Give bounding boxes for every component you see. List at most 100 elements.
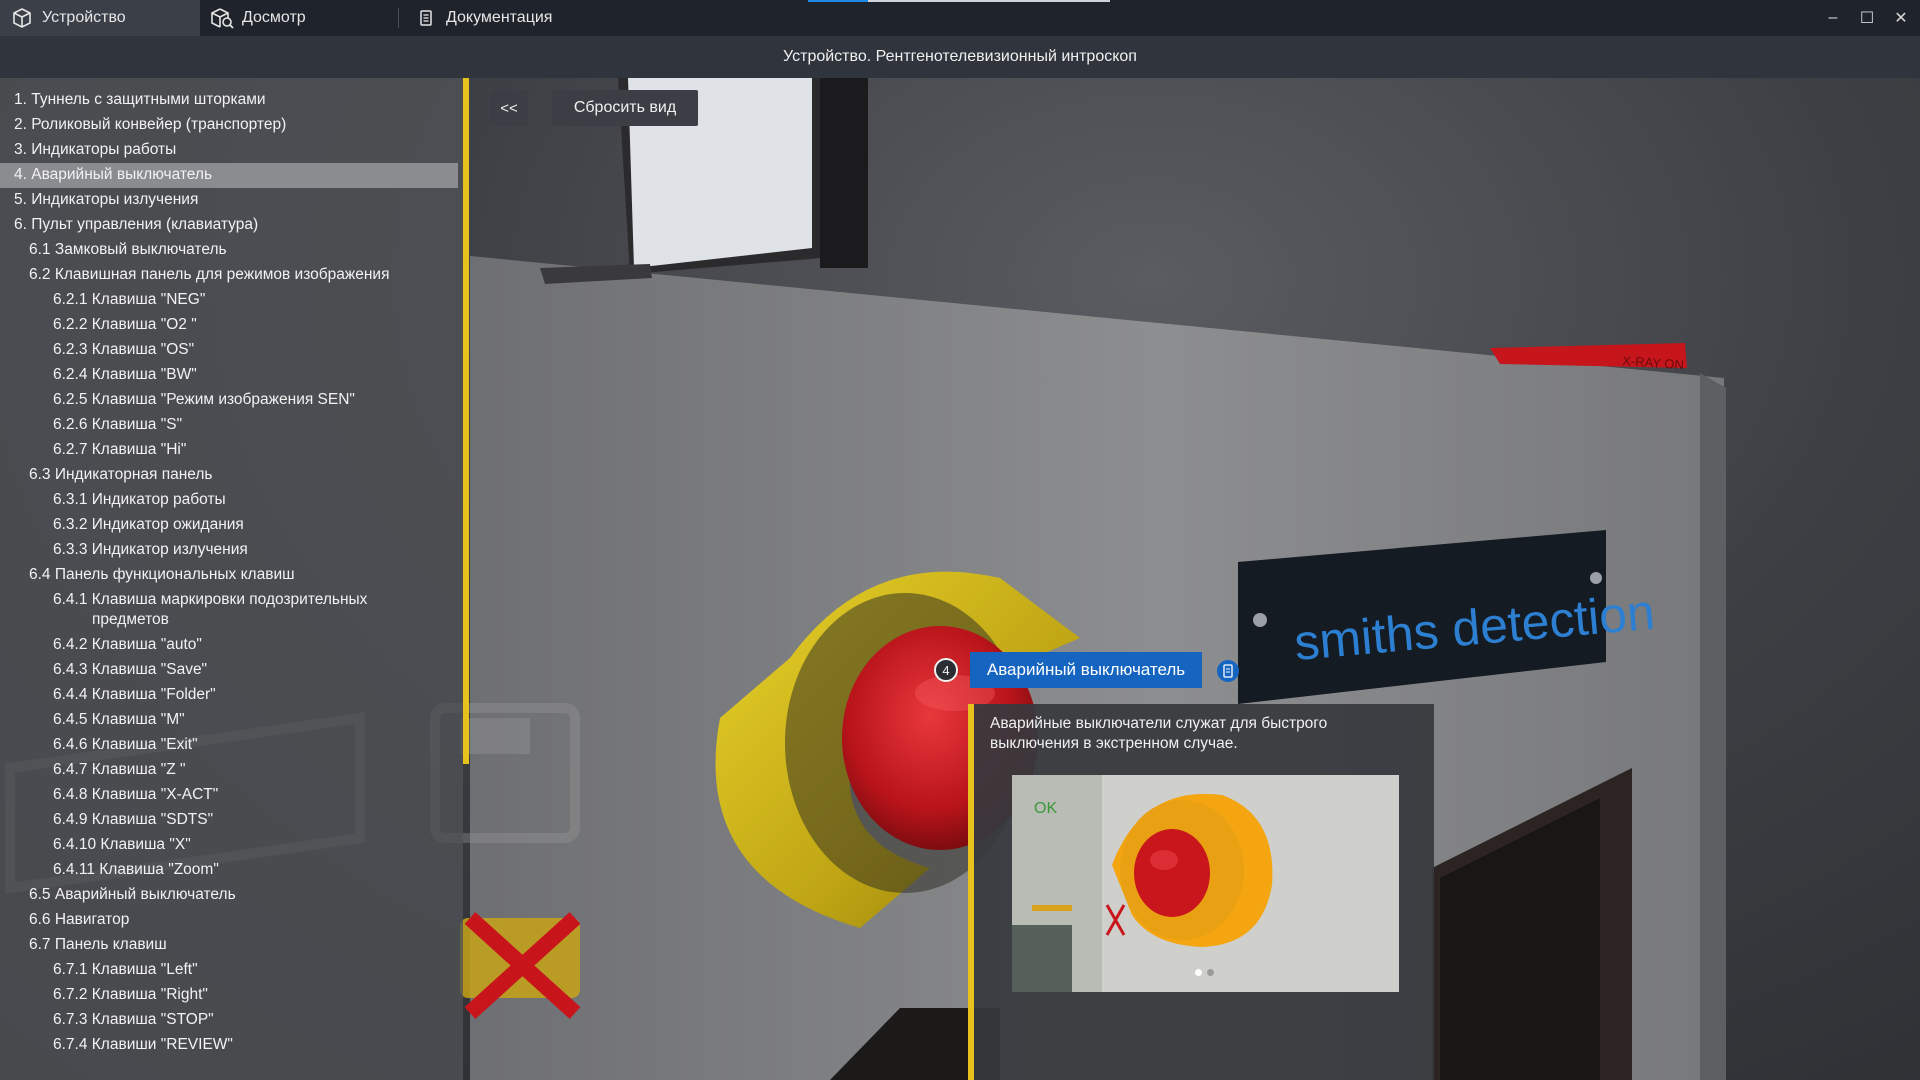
- tab-documentation[interactable]: Документация: [404, 0, 624, 36]
- info-description: Аварийные выключатели служат для быстрог…: [990, 715, 1328, 752]
- minimize-icon: –: [1828, 9, 1838, 26]
- sidebar-item[interactable]: 6.2 Клавишная панель для режимов изображ…: [0, 263, 458, 288]
- sidebar-item-label: 3. Индикаторы работы: [14, 141, 177, 158]
- sidebar-item[interactable]: 6.4 Панель функциональных клавиш: [0, 563, 458, 588]
- sidebar-item-label: 6.7 Панель клавиш: [29, 936, 167, 953]
- tab-inspection[interactable]: Досмотр: [200, 0, 398, 36]
- sidebar-item[interactable]: 6.7.1 Клавиша "Left": [0, 958, 458, 983]
- sidebar-item[interactable]: 6.3.3 Индикатор излучения: [0, 538, 458, 563]
- cube-search-icon: [210, 6, 234, 30]
- carousel-dot-2[interactable]: [1207, 969, 1214, 976]
- close-icon: ✕: [1894, 10, 1908, 27]
- sidebar-item[interactable]: 6.2.1 Клавиша "NEG": [0, 288, 458, 313]
- sidebar-item[interactable]: 6.4.7 Клавиша "Z ": [0, 758, 458, 783]
- sidebar-item-label: 6.4.11 Клавиша "Zoom": [53, 861, 219, 878]
- maximize-button[interactable]: ☐: [1850, 0, 1884, 36]
- sidebar-item[interactable]: 6.2.3 Клавиша "OS": [0, 338, 458, 363]
- sidebar-item-label: 6.2.2 Клавиша "O2 ": [53, 316, 197, 333]
- close-button[interactable]: ✕: [1884, 0, 1918, 36]
- sidebar-item[interactable]: 6.3 Индикаторная панель: [0, 463, 458, 488]
- emergency-switch-photo: OK: [1012, 775, 1399, 992]
- minimize-button[interactable]: –: [1816, 0, 1850, 36]
- sidebar-item-label: 6.2.3 Клавиша "OS": [53, 341, 195, 358]
- open-document-button[interactable]: [1217, 660, 1239, 682]
- sidebar-item[interactable]: 6.7 Панель клавиш: [0, 933, 458, 958]
- sidebar-item[interactable]: 6.5 Аварийный выключатель: [0, 883, 458, 908]
- sidebar-item-label: 6.4.4 Клавиша "Folder": [53, 686, 216, 703]
- sidebar-item[interactable]: 6.4.11 Клавиша "Zoom": [0, 858, 458, 883]
- sidebar-item[interactable]: 6.2.6 Клавиша "S": [0, 413, 458, 438]
- sidebar-item[interactable]: 6.4.8 Клавиша "X-ACT": [0, 783, 458, 808]
- sidebar-item-label: 6.2.5 Клавиша "Режим изображения SEN": [53, 391, 355, 408]
- sidebar-item[interactable]: 6.4.3 Клавиша "Save": [0, 658, 458, 683]
- sidebar-item-label: 6.2.7 Клавиша "Hi": [53, 441, 187, 458]
- tab-device-label: Устройство: [42, 9, 126, 26]
- sidebar-item-label: 6.7.4 Клавиши "REVIEW": [53, 1036, 233, 1053]
- cube-icon: [10, 6, 34, 30]
- collapse-sidebar-button[interactable]: <<: [490, 90, 528, 126]
- sidebar-item[interactable]: 6.7.2 Клавиша "Right": [0, 983, 458, 1008]
- sidebar-item[interactable]: 6.4.5 Клавиша "M": [0, 708, 458, 733]
- tab-device[interactable]: Устройство: [0, 0, 200, 36]
- tab-documentation-label: Документация: [446, 9, 553, 26]
- sidebar-item[interactable]: 6.3.1 Индикатор работы: [0, 488, 458, 513]
- sidebar-item[interactable]: 6.7.4 Клавиши "REVIEW": [0, 1033, 458, 1058]
- photo-ok-text: OK: [1034, 800, 1057, 817]
- plate-screw-icon: [1253, 613, 1267, 627]
- sidebar-item-label: 6.3.3 Индикатор излучения: [53, 541, 248, 558]
- tab-divider: [398, 8, 399, 28]
- hotspot-label[interactable]: Аварийный выключатель: [970, 652, 1202, 688]
- sidebar-item[interactable]: 6.4.10 Клавиша "X": [0, 833, 458, 858]
- sidebar-item[interactable]: 5. Индикаторы излучения: [0, 188, 458, 213]
- sidebar-scroll-accent[interactable]: [463, 78, 469, 764]
- sidebar-item[interactable]: 6.2.2 Клавиша "O2 ": [0, 313, 458, 338]
- reset-view-button[interactable]: Сбросить вид: [552, 90, 698, 126]
- sidebar-item-label: 6.4.1 Клавиша маркировки подозрительных: [53, 591, 368, 608]
- sidebar-item[interactable]: 6.6 Навигатор: [0, 908, 458, 933]
- document-icon: [1223, 664, 1233, 678]
- sidebar-item[interactable]: 6.4.6 Клавиша "Exit": [0, 733, 458, 758]
- sidebar-item-label: 6.4.8 Клавиша "X-ACT": [53, 786, 219, 803]
- sidebar-item-label: 6.7.2 Клавиша "Right": [53, 986, 208, 1003]
- sidebar-item-label: 6.4.7 Клавиша "Z ": [53, 761, 186, 778]
- sidebar-item[interactable]: 6. Пульт управления (клавиатура): [0, 213, 458, 238]
- info-image-carousel[interactable]: OK: [1012, 775, 1399, 992]
- sidebar-item[interactable]: 6.1 Замковый выключатель: [0, 238, 458, 263]
- sidebar: 1. Туннель с защитными шторками 2. Ролико…: [0, 78, 463, 1080]
- sidebar-item[interactable]: 6.4.9 Клавиша "SDTS": [0, 808, 458, 833]
- sidebar-item-label: 2. Роликовый конвейер (транспортер): [14, 116, 287, 133]
- tab-bar: Устройство Досмотр Документация – ☐ ✕: [0, 0, 1920, 36]
- sidebar-item-label: 6.2.6 Клавиша "S": [53, 416, 183, 433]
- sidebar-item-label: 6.2 Клавишная панель для режимов изображ…: [29, 266, 390, 283]
- sidebar-item[interactable]: 6.4.1 Клавиша маркировки подозрительных п…: [0, 588, 458, 633]
- sidebar-item-label: 6.4.10 Клавиша "X": [53, 836, 191, 853]
- sidebar-item-label: 6.5 Аварийный выключатель: [29, 886, 236, 903]
- sidebar-item-label: 6.7.1 Клавиша "Left": [53, 961, 198, 978]
- sidebar-item[interactable]: 4. Аварийный выключатель: [0, 163, 458, 188]
- hotspot-marker[interactable]: 4: [934, 658, 958, 682]
- sidebar-item[interactable]: 2. Роликовый конвейер (транспортер): [0, 113, 458, 138]
- sidebar-item[interactable]: 6.4.2 Клавиша "auto": [0, 633, 458, 658]
- carousel-dot-1[interactable]: [1195, 969, 1202, 976]
- carousel-dots: [1195, 969, 1214, 976]
- sidebar-item-label: 6.3.2 Индикатор ожидания: [53, 516, 244, 533]
- sidebar-item-label: 4. Аварийный выключатель: [14, 166, 213, 183]
- sidebar-item[interactable]: 6.2.7 Клавиша "Hi": [0, 438, 458, 463]
- sidebar-item[interactable]: 6.2.4 Клавиша "BW": [0, 363, 458, 388]
- sidebar-item-label: 6.4 Панель функциональных клавиш: [29, 566, 295, 583]
- sidebar-item-label: 6.2.1 Клавиша "NEG": [53, 291, 206, 308]
- sidebar-item[interactable]: 6.3.2 Индикатор ожидания: [0, 513, 458, 538]
- collapse-label: <<: [500, 99, 518, 117]
- info-panel-accent: [968, 704, 974, 1080]
- sidebar-item-label: 6.2.4 Клавиша "BW": [53, 366, 197, 383]
- sidebar-item[interactable]: 1. Туннель с защитными шторками: [0, 88, 458, 113]
- sidebar-item[interactable]: 6.7.3 Клавиша "STOP": [0, 1008, 458, 1033]
- hotspot-label-text: Аварийный выключатель: [986, 660, 1186, 679]
- sidebar-item[interactable]: 3. Индикаторы работы: [0, 138, 458, 163]
- sidebar-item[interactable]: 6.2.5 Клавиша "Режим изображения SEN": [0, 388, 458, 413]
- page-title: Устройство. Рентгенотелевизионный интрос…: [783, 48, 1137, 65]
- sidebar-item[interactable]: 6.4.4 Клавиша "Folder": [0, 683, 458, 708]
- sidebar-item-label: 6.3.1 Индикатор работы: [53, 491, 226, 508]
- sidebar-item-label: 5. Индикаторы излучения: [14, 191, 199, 208]
- sidebar-item-label: 6.4.2 Клавиша "auto": [53, 636, 202, 653]
